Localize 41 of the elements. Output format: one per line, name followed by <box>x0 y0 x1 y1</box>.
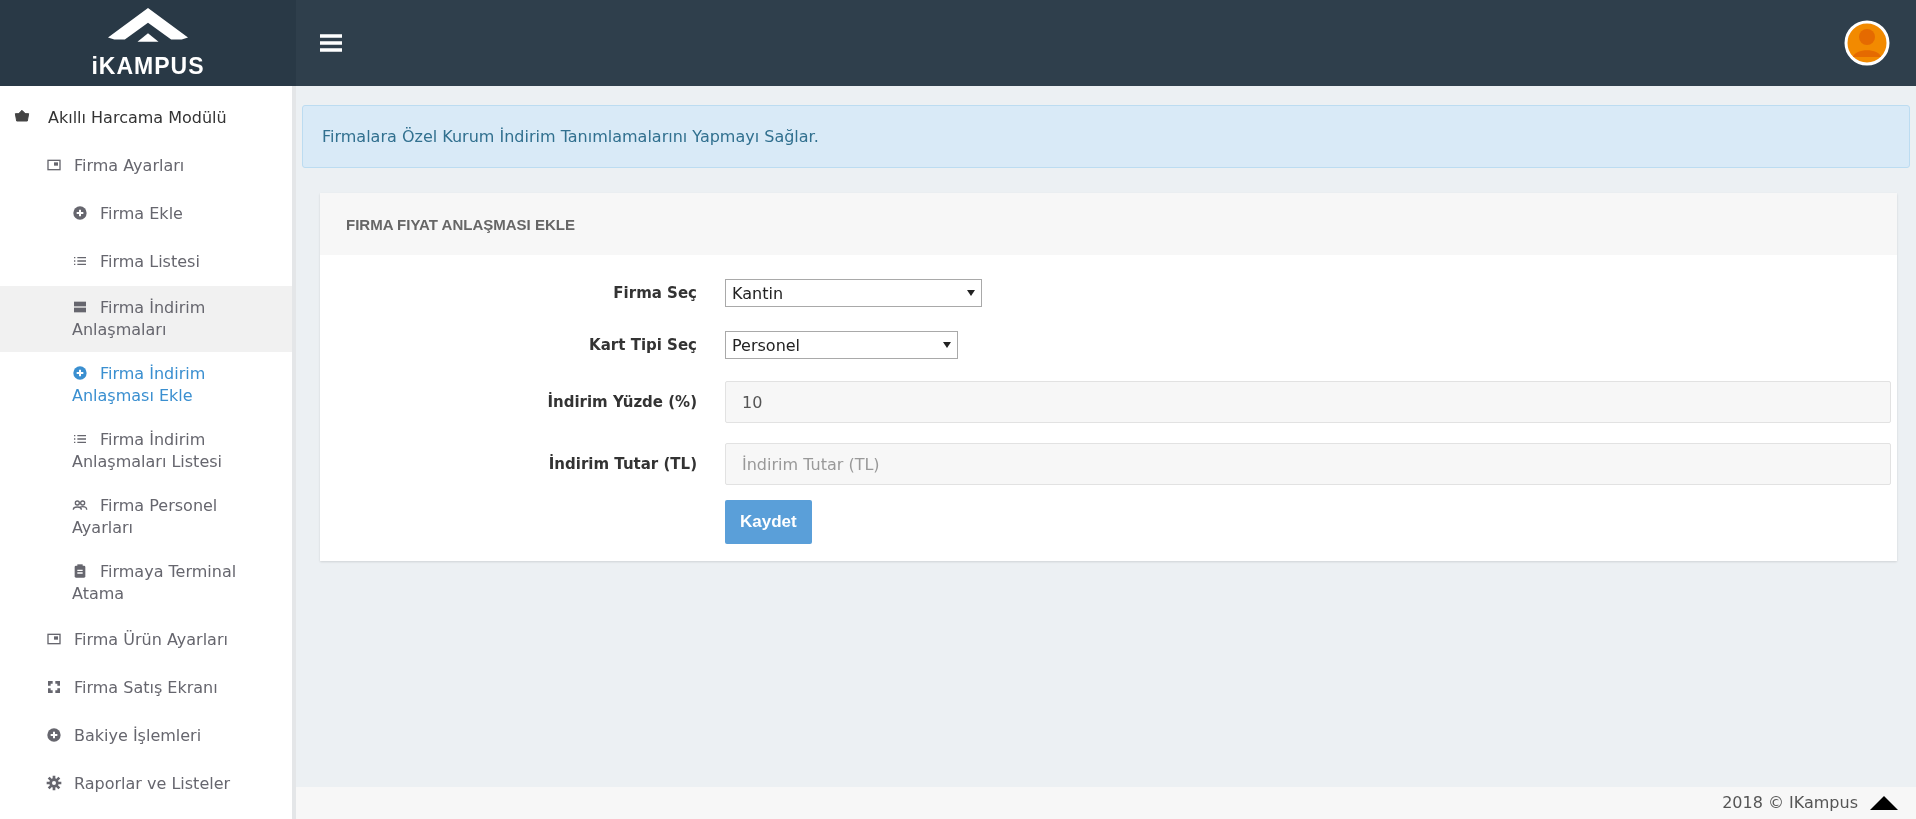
logo-text: iKAMPUS <box>91 52 205 80</box>
footer-text: 2018 © IKampus <box>1722 793 1858 813</box>
sidebar-item[interactable]: Firma Satış Ekranı <box>0 664 292 712</box>
sidebar-item[interactable]: Firma Ürün Ayarları <box>0 616 292 664</box>
sidebar-item[interactable]: Raporlar ve Listeler <box>0 760 292 808</box>
window-icon <box>46 157 62 173</box>
people-icon <box>72 497 88 513</box>
dropdown[interactable]: Personel <box>725 331 958 359</box>
server-icon <box>72 299 88 315</box>
plus-circle-icon <box>46 727 62 743</box>
field-label: İndirim Tutar (TL) <box>548 455 697 473</box>
card-title: FIRMA FIYAT ANLAŞMASI EKLE <box>320 193 1897 255</box>
sidebar-item[interactable]: Firma İndirim Anlaşması Ekle <box>0 352 292 418</box>
plus-circle-icon <box>72 365 88 381</box>
sidebar-item[interactable]: Bakiye İşlemleri <box>0 712 292 760</box>
menu-icon[interactable] <box>320 34 342 52</box>
sidebar-item[interactable]: Firmaya Terminal Atama <box>0 550 292 616</box>
settings-icon <box>46 775 62 791</box>
clipboard-icon <box>72 563 88 579</box>
field-label: Firma Seç <box>613 284 697 302</box>
caret-icon <box>943 342 951 348</box>
sidebar-item[interactable]: Firma Ayarları <box>0 142 292 190</box>
dropdown[interactable]: Kantin <box>725 279 982 307</box>
avatar-icon[interactable] <box>1844 20 1890 66</box>
caret-icon <box>967 290 975 296</box>
basket-icon <box>14 109 30 125</box>
input-field[interactable]: 10 <box>725 381 1891 423</box>
info-alert: Firmalara Özel Kurum İndirim Tanımlamalarını Yapmayı Sağlar. <box>302 105 1910 168</box>
sidebar-item[interactable]: Firma Personel Ayarları <box>0 484 292 550</box>
field-label: İndirim Yüzde (%) <box>547 393 697 411</box>
sidebar-item[interactable]: Firma İndirim Anlaşmaları <box>0 286 292 352</box>
sidebar-item[interactable]: Firma Ekle <box>0 190 292 238</box>
sidebar-item[interactable]: Firma Listesi <box>0 238 292 286</box>
input-field[interactable]: İndirim Tutar (TL) <box>725 443 1891 485</box>
plus-circle-icon <box>72 205 88 221</box>
scroll-top-icon[interactable] <box>1870 796 1898 810</box>
field-label: Kart Tipi Seç <box>589 336 697 354</box>
sidebar-item[interactable]: Akıllı Harcama Modülü <box>0 94 292 142</box>
sidebar-item[interactable]: Firma İndirim Anlaşmaları Listesi <box>0 418 292 484</box>
window-icon <box>46 631 62 647</box>
frame-icon <box>46 679 62 695</box>
